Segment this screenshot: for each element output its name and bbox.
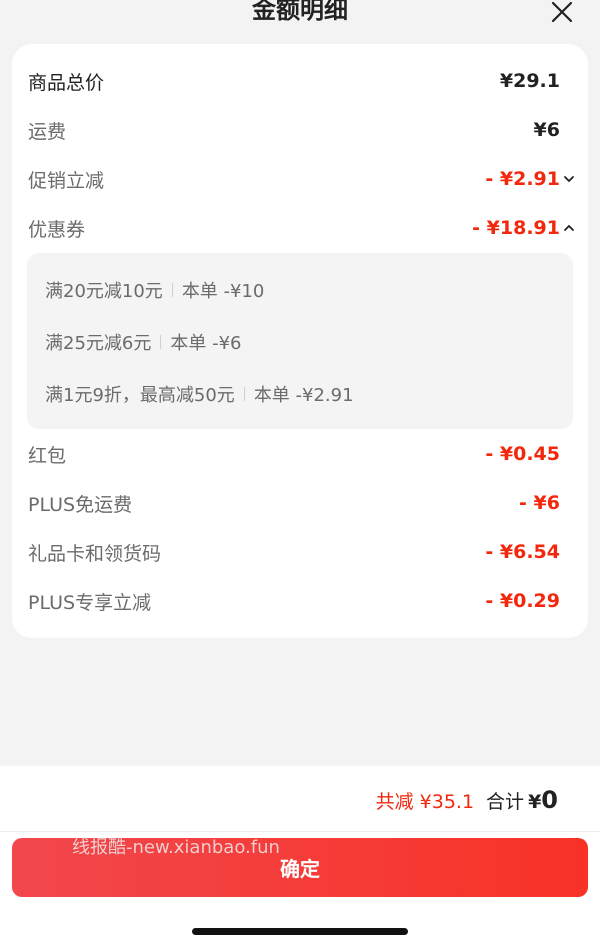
row-plus-discount: PLUS专享立减 - ¥0.29 <box>28 583 560 619</box>
chevron-up-icon[interactable] <box>562 221 576 235</box>
amount-detail-sheet: 金额明细 商品总价 ¥29.1 运费 ¥6 促销立减 - ¥2.91 优惠券 -… <box>0 0 600 948</box>
row-plus-free-shipping: PLUS免运费 - ¥6 <box>28 485 560 521</box>
row-value: - ¥6 <box>519 492 560 514</box>
close-button[interactable] <box>548 0 576 26</box>
row-value-wrap: - ¥2.91 <box>485 168 574 190</box>
coupon-item: 满20元减10元 本单 -¥10 <box>45 275 264 305</box>
coupon-deduction: 本单 -¥2.91 <box>253 385 354 406</box>
row-label: 礼品卡和领货码 <box>28 542 162 565</box>
row-value: - ¥0.45 <box>485 443 560 465</box>
total-currency: ¥ <box>528 791 542 813</box>
coupon-name: 满20元减10元 <box>45 281 163 302</box>
bottom-bar: 共减 ¥35.1 合计 ¥ 0 确定 线报酷-new.xianbao.fun <box>0 766 600 948</box>
coupon-detail-panel: 满20元减10元 本单 -¥10 满25元减6元 本单 -¥6 满1元9折，最高… <box>27 253 573 429</box>
row-label: 运费 <box>28 120 67 143</box>
row-gift-card: 礼品卡和领货码 - ¥6.54 <box>28 534 560 570</box>
coupon-deduction: 本单 -¥6 <box>170 333 242 354</box>
chevron-down-icon[interactable] <box>562 172 576 186</box>
home-indicator <box>192 928 408 935</box>
order-summary: 共减 ¥35.1 合计 ¥ 0 <box>376 786 558 816</box>
row-value: ¥6 <box>533 119 560 141</box>
page-title: 金额明细 <box>252 0 348 24</box>
header: 金额明细 <box>0 0 600 34</box>
coupon-name: 满1元9折，最高减50元 <box>45 385 235 406</box>
row-value: - ¥2.91 <box>485 168 560 190</box>
row-red-packet: 红包 - ¥0.45 <box>28 436 560 472</box>
row-coupon[interactable]: 优惠券 - ¥18.91 <box>28 210 574 246</box>
close-icon <box>551 1 573 23</box>
row-label: PLUS专享立减 <box>28 591 152 614</box>
price-breakdown-card: 商品总价 ¥29.1 运费 ¥6 促销立减 - ¥2.91 优惠券 - ¥18.… <box>12 44 588 638</box>
divider <box>171 283 173 297</box>
divider <box>243 387 245 401</box>
total-label: 合计 <box>486 791 525 813</box>
row-label: PLUS免运费 <box>28 493 133 516</box>
divider <box>160 335 162 349</box>
row-label: 优惠券 <box>28 218 86 241</box>
row-promotion[interactable]: 促销立减 - ¥2.91 <box>28 161 574 197</box>
row-label: 商品总价 <box>28 71 105 94</box>
coupon-item: 满25元减6元 本单 -¥6 <box>45 327 241 357</box>
coupon-item: 满1元9折，最高减50元 本单 -¥2.91 <box>45 379 354 409</box>
row-label: 红包 <box>28 444 67 467</box>
row-value: - ¥6.54 <box>485 541 560 563</box>
row-value: - ¥0.29 <box>485 590 560 612</box>
divider <box>0 831 600 832</box>
total-amount: 0 <box>541 786 558 814</box>
row-value: - ¥18.91 <box>472 217 560 239</box>
coupon-deduction: 本单 -¥10 <box>181 281 265 302</box>
coupon-name: 满25元减6元 <box>45 333 152 354</box>
row-goods-total: 商品总价 ¥29.1 <box>28 63 560 99</box>
row-value: ¥29.1 <box>499 70 560 92</box>
row-shipping: 运费 ¥6 <box>28 112 560 148</box>
confirm-button[interactable]: 确定 <box>12 838 588 897</box>
row-label: 促销立减 <box>28 169 105 192</box>
row-value-wrap: - ¥18.91 <box>472 217 574 239</box>
total-saved: 共减 ¥35.1 <box>375 791 475 813</box>
